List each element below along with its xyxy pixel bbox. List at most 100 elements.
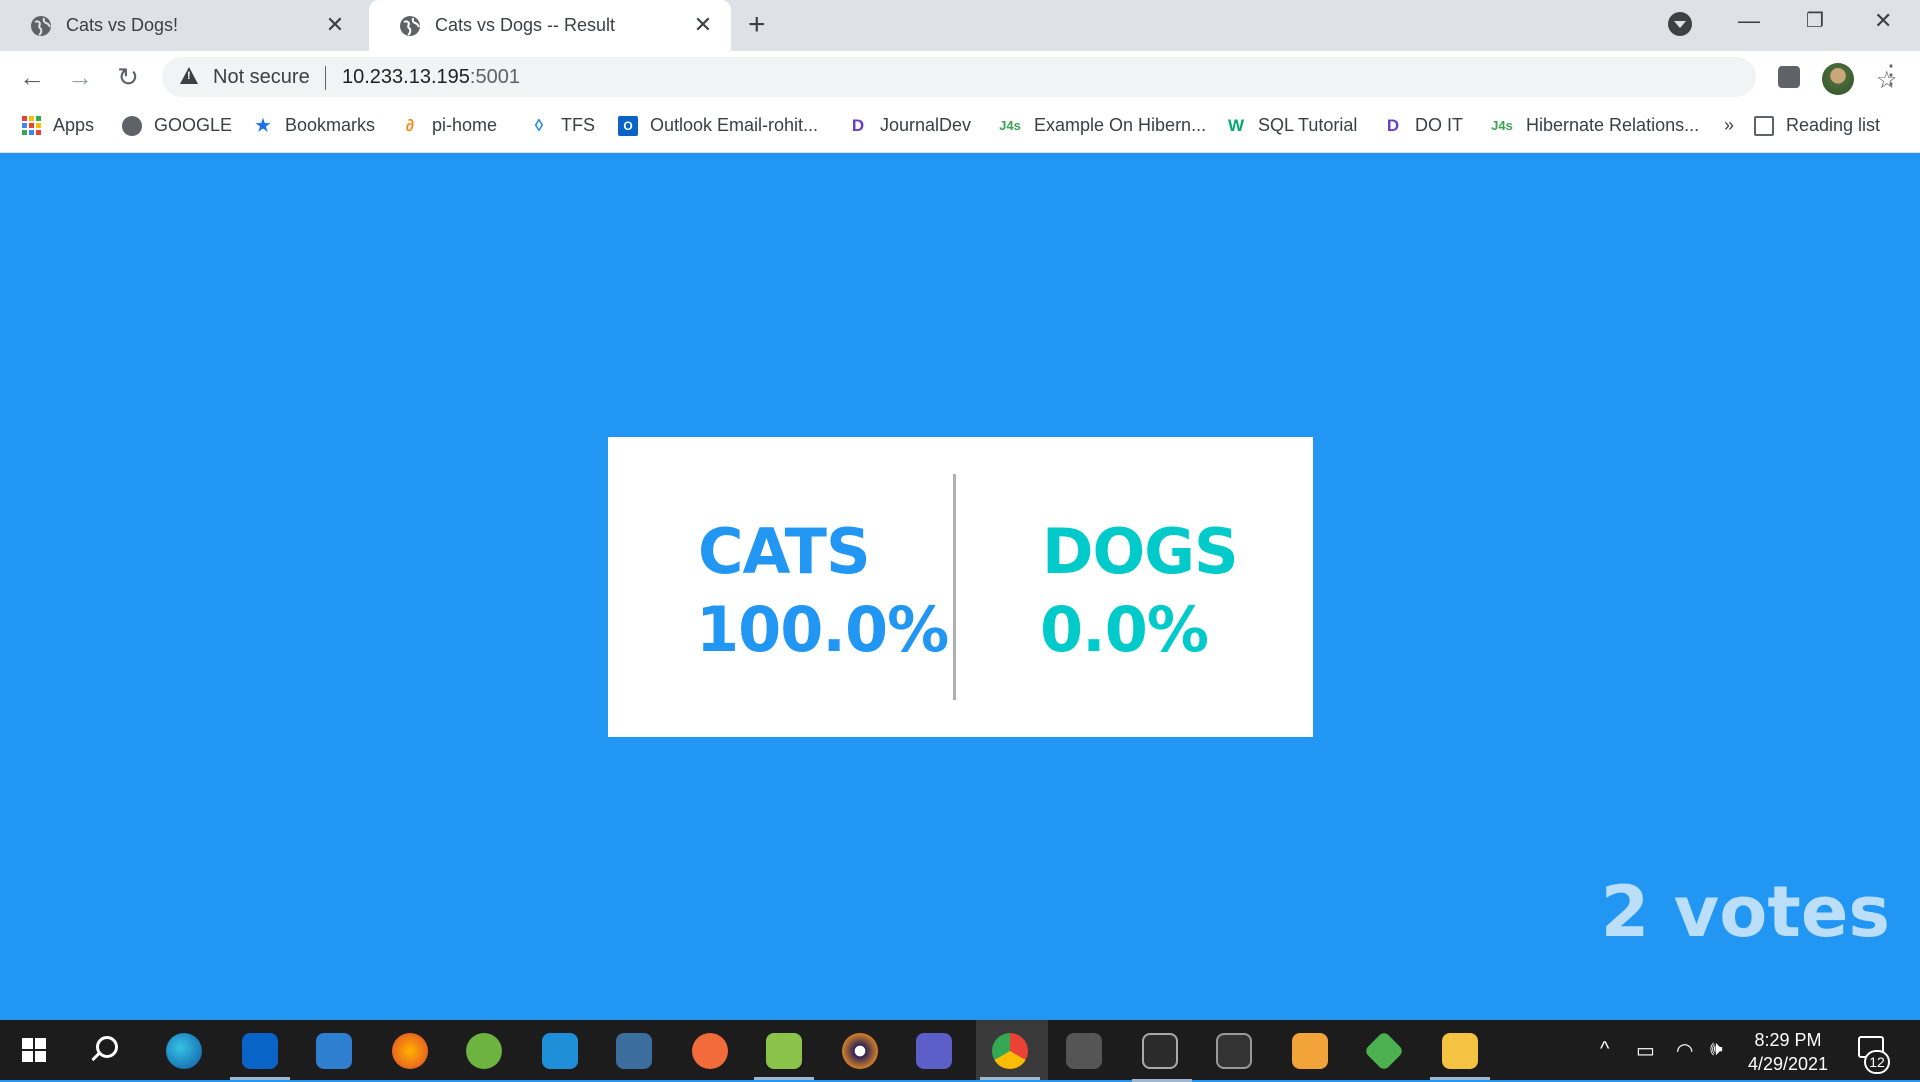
journaldev-icon: D — [1386, 115, 1400, 135]
tab-strip: Cats vs Dogs! ✕ Cats vs Dogs -- Result ✕… — [0, 0, 1920, 51]
apps-grid-icon — [22, 116, 41, 135]
bookmark-apps[interactable]: Apps — [22, 115, 94, 136]
dogs-label: DOGS — [1042, 515, 1239, 588]
bookmark-label: pi-home — [432, 115, 498, 135]
cats-percent: 100.0% — [696, 593, 949, 666]
bookmark-label: SQL Tutorial — [1258, 115, 1358, 135]
bookmark-label: Apps — [53, 115, 95, 135]
bookmark-journaldev[interactable]: D JournalDev — [848, 115, 971, 136]
reading-list-label: Reading list — [1786, 115, 1881, 135]
tfs-icon: ◊ — [534, 115, 544, 135]
card-divider — [953, 474, 956, 700]
file-explorer-icon[interactable] — [1430, 1033, 1490, 1080]
reading-list-icon — [1754, 115, 1774, 136]
back-icon[interactable]: ← — [16, 61, 48, 93]
cats-label: CATS — [698, 515, 871, 588]
address-bar[interactable]: Not secure 10.233.13.195:5001 ☆ — [162, 57, 1898, 97]
j4s-icon: J4s — [1491, 117, 1513, 133]
postman-icon[interactable] — [692, 1033, 728, 1069]
clock-time: 8:29 PM — [1754, 1030, 1822, 1050]
url-text[interactable]: 10.233.13.195:5001 — [342, 66, 520, 89]
journaldev-icon: D — [851, 115, 865, 135]
bookmark-hibernate-relations[interactable]: J4s Hibernate Relations... — [1490, 115, 1699, 136]
bookmark-label: Bookmarks — [285, 115, 376, 135]
avatar[interactable] — [1822, 63, 1854, 95]
notepad-icon[interactable] — [754, 1033, 814, 1080]
bookmark-label: Outlook Email-rohit... — [650, 115, 819, 135]
tab-title: Cats vs Dogs! — [66, 15, 179, 35]
omnibox-divider — [325, 66, 326, 90]
mail-icon[interactable] — [316, 1033, 352, 1069]
bookmark-pi-home[interactable]: ∂ pi-home — [400, 115, 497, 136]
snipping-icon[interactable] — [1132, 1033, 1192, 1082]
restore-icon[interactable]: ❐ — [1806, 8, 1824, 33]
tab-title: Cats vs Dogs -- Result — [435, 15, 616, 35]
new-tab-button[interactable]: + — [748, 10, 766, 40]
bookmark-outlook[interactable]: O Outlook Email-rohit... — [618, 115, 818, 136]
w3schools-icon: W — [1227, 115, 1245, 135]
globe-icon — [31, 15, 51, 36]
bookmark-label: GOOGLE — [154, 115, 233, 135]
close-icon[interactable]: ✕ — [323, 13, 347, 37]
close-icon[interactable]: ✕ — [691, 13, 715, 37]
dogs-percent: 0.0% — [1040, 593, 1209, 666]
browser-toolbar: ← → ↻ Not secure 10.233.13.195:5001 ☆ ⋮ — [0, 51, 1920, 103]
terminal-icon[interactable] — [1216, 1033, 1252, 1069]
volume-icon[interactable]: 🕪 — [1710, 1038, 1723, 1061]
extensions-icon[interactable] — [1778, 66, 1800, 88]
tab-cats-vs-dogs[interactable]: Cats vs Dogs! ✕ — [0, 0, 363, 51]
bookmark-label: TFS — [561, 115, 595, 135]
bookmark-example-hibernate[interactable]: J4s Example On Hibern... — [998, 115, 1206, 136]
clock[interactable]: 8:29 PM 4/29/2021 — [1738, 1028, 1838, 1076]
bookmark-label: Hibernate Relations... — [1526, 115, 1700, 135]
teams-icon[interactable] — [916, 1033, 952, 1069]
outlook-icon[interactable] — [230, 1033, 290, 1080]
tab-search-icon[interactable] — [1668, 12, 1692, 36]
bookmark-bookmarks[interactable]: ★ Bookmarks — [253, 115, 375, 136]
bookmark-label: DO IT — [1415, 115, 1463, 135]
menu-icon[interactable]: ⋮ — [1878, 61, 1904, 87]
bookmark-tfs[interactable]: ◊ TFS — [529, 115, 595, 136]
window-close-icon[interactable]: ✕ — [1874, 8, 1892, 34]
firefox-icon[interactable] — [392, 1033, 428, 1069]
bookmarks-bar: Apps GOOGLE ★ Bookmarks ∂ pi-home ◊ TFS … — [0, 103, 1920, 153]
warning-icon[interactable] — [180, 67, 198, 84]
results-card: CATS 100.0% DOGS 0.0% — [608, 437, 1313, 737]
taskbar: ^ ▭ ◠ 🕪 8:29 PM 4/29/2021 12 — [0, 1020, 1920, 1082]
bookmark-google[interactable]: GOOGLE — [122, 115, 232, 136]
notification-count: 12 — [1864, 1050, 1890, 1074]
battery-icon[interactable]: ▭ — [1636, 1038, 1655, 1063]
forward-icon[interactable]: → — [64, 61, 96, 93]
edge-icon[interactable] — [166, 1033, 202, 1069]
outlook-icon: O — [618, 115, 638, 136]
chevron-up-icon[interactable]: ^ — [1600, 1038, 1609, 1061]
mysql-workbench-icon[interactable] — [616, 1033, 652, 1069]
chrome-icon[interactable] — [980, 1033, 1040, 1080]
globe-icon — [400, 15, 420, 36]
security-label[interactable]: Not secure — [213, 66, 310, 89]
reading-list-button[interactable]: Reading list — [1754, 115, 1880, 136]
search-icon[interactable] — [96, 1036, 118, 1058]
spring-icon[interactable] — [466, 1033, 502, 1069]
git-icon[interactable] — [1363, 1030, 1405, 1072]
bookmark-label: Example On Hibern... — [1034, 115, 1207, 135]
windows-start-icon[interactable] — [22, 1038, 46, 1062]
j4s-icon: J4s — [999, 117, 1021, 133]
clock-date: 4/29/2021 — [1747, 1054, 1829, 1074]
minimize-icon[interactable]: — — [1738, 8, 1760, 34]
vote-count: 2 votes — [1600, 871, 1890, 953]
file-transfer-icon[interactable] — [1292, 1033, 1328, 1069]
bookmark-label: JournalDev — [880, 115, 972, 135]
star-icon: ★ — [255, 115, 271, 135]
vpn-icon[interactable] — [1066, 1033, 1102, 1069]
eclipse-icon[interactable] — [842, 1033, 878, 1069]
tab-result[interactable]: Cats vs Dogs -- Result ✕ — [369, 0, 731, 51]
bookmarks-overflow-button[interactable]: » — [1724, 115, 1734, 136]
globe-icon — [122, 115, 142, 136]
page-content: CATS 100.0% DOGS 0.0% 2 votes — [0, 153, 1920, 1020]
wifi-icon[interactable]: ◠ — [1676, 1038, 1693, 1063]
bookmark-do-it[interactable]: D DO IT — [1383, 115, 1463, 136]
reload-icon[interactable]: ↻ — [112, 61, 144, 93]
bookmark-sql-tutorial[interactable]: W SQL Tutorial — [1226, 115, 1357, 136]
vscode-icon[interactable] — [542, 1033, 578, 1069]
